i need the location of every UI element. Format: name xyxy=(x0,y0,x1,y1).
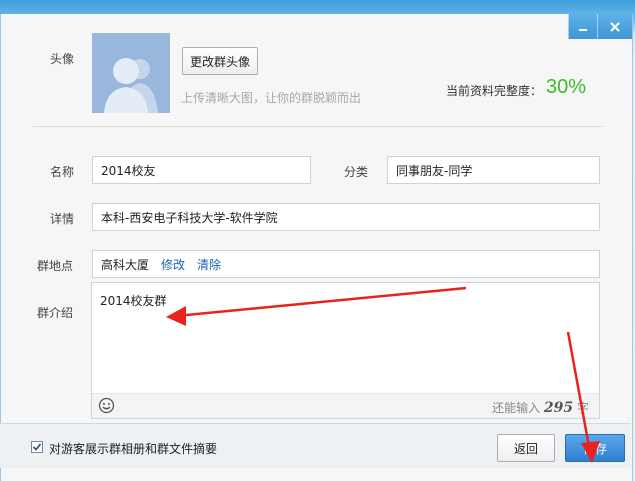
completeness-value: 30% xyxy=(546,76,587,98)
detail-input[interactable]: 本科-西安电子科技大学-软件学院 xyxy=(92,203,600,231)
detail-label: 详情 xyxy=(50,212,75,226)
char-counter-value: 295 xyxy=(543,400,574,416)
location-label: 群地点 xyxy=(37,259,74,273)
minimize-icon xyxy=(579,28,587,31)
name-input[interactable]: 2014校友 xyxy=(92,156,311,184)
close-button[interactable] xyxy=(597,14,632,39)
close-icon xyxy=(610,21,620,32)
intro-value: 2014校友群 xyxy=(100,294,167,308)
location-clear-link[interactable]: 清除 xyxy=(197,256,221,273)
default-group-avatar-icon xyxy=(104,58,158,113)
location-field: 高科大厦 修改 清除 xyxy=(92,250,600,278)
location-edit-link[interactable]: 修改 xyxy=(161,256,185,273)
intro-textarea[interactable]: 2014校友群 还能输入 295 字 xyxy=(91,282,600,419)
minimize-button[interactable] xyxy=(568,14,597,39)
category-label: 分类 xyxy=(344,165,369,179)
avatar-hint: 上传清晰大图，让你的群脱颖而出 xyxy=(181,91,362,105)
save-button[interactable]: 保存 xyxy=(565,434,625,462)
smiley-icon xyxy=(98,397,115,414)
category-select[interactable]: 同事朋友-同学 xyxy=(387,156,600,184)
char-counter: 还能输入 295 字 xyxy=(492,400,589,416)
name-label: 名称 xyxy=(50,165,75,179)
name-value: 2014校友 xyxy=(101,163,156,178)
location-value: 高科大厦 xyxy=(101,257,150,272)
change-avatar-button[interactable]: 更改群头像 xyxy=(182,47,258,75)
intro-label: 群介绍 xyxy=(37,306,74,320)
group-avatar[interactable] xyxy=(92,33,170,113)
show-album-label[interactable]: 对游客展示群相册和群文件摘要 xyxy=(49,440,217,457)
checkmark-icon xyxy=(32,443,42,451)
avatar-label: 头像 xyxy=(50,52,75,66)
completeness-label: 当前资料完整度： xyxy=(446,84,543,98)
back-button[interactable]: 返回 xyxy=(497,434,555,462)
dialog-footer: 对游客展示群相册和群文件摘要 返回 保存 xyxy=(0,423,631,468)
window-controls xyxy=(568,14,632,39)
category-value: 同事朋友-同学 xyxy=(396,163,473,178)
intro-toolbar: 还能输入 295 字 xyxy=(92,393,599,418)
emoji-button[interactable] xyxy=(98,397,115,417)
detail-value: 本科-西安电子科技大学-软件学院 xyxy=(101,210,278,225)
show-album-checkbox[interactable] xyxy=(31,441,43,453)
section-divider xyxy=(33,126,603,127)
